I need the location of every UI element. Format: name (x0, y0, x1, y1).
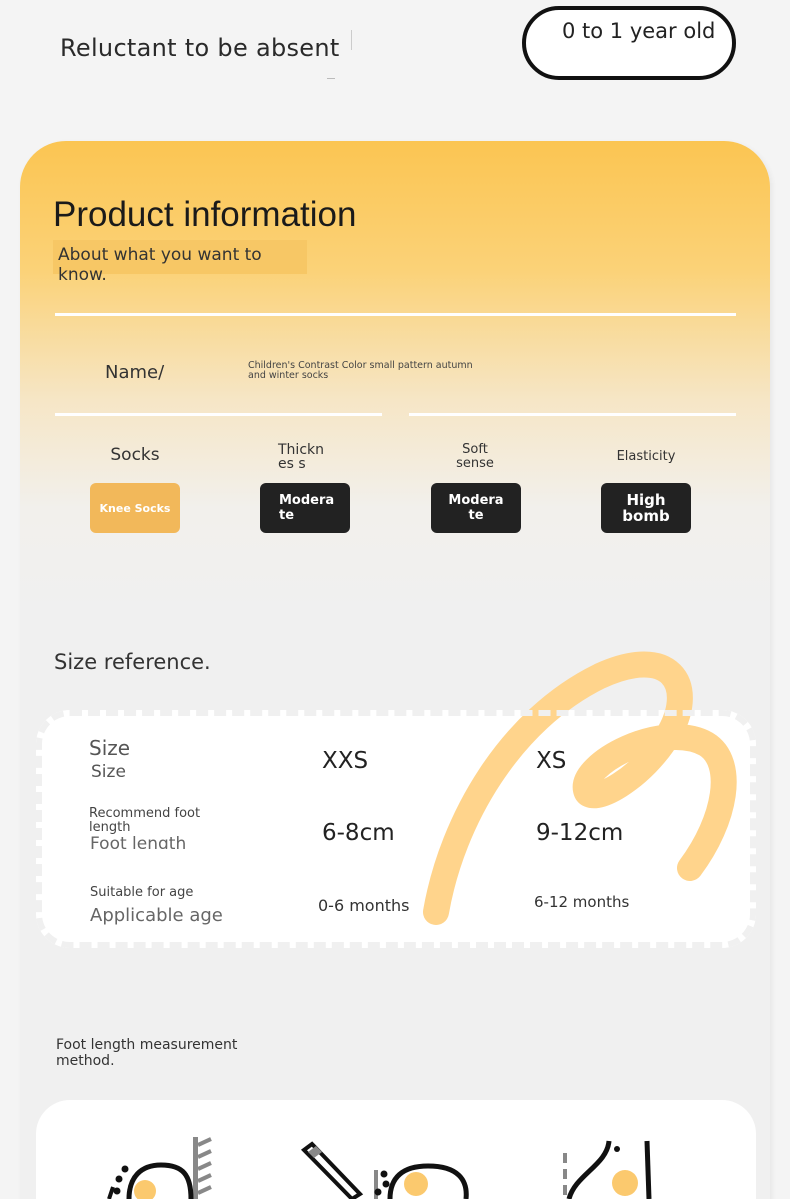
size-xxs-value: XXS (322, 748, 369, 774)
size-xs-value: XS (536, 748, 567, 774)
product-info-title: Product information (53, 195, 357, 234)
attribute-label-thickness: Thicknes s (278, 442, 324, 472)
header-title-cropped (55, 0, 355, 10)
age-xs-value: 6-12 months (534, 893, 630, 911)
attribute-label-socks: Socks (110, 445, 160, 465)
size-reference-title: Size reference. (54, 650, 211, 674)
attribute-value-thickness: Modera te (260, 483, 350, 533)
age-xxs-value: 0-6 months (318, 896, 410, 915)
attribute-value-socks: Knee Socks (90, 483, 180, 533)
measurement-title: Foot length measurement method. (56, 1037, 238, 1069)
product-info-subtitle: About what you want to know. (53, 240, 307, 285)
decorative-divider (351, 30, 352, 50)
header-tagline: Reluctant to be absent (60, 34, 340, 62)
size-row-sublabel: Size (91, 762, 126, 782)
attribute-label-elasticity: Elasticity (616, 449, 676, 464)
age-sublabel: Applicable age (90, 905, 223, 926)
size-row-label: Size (89, 736, 131, 760)
foot-length-label: Recommend foot length (89, 806, 201, 835)
decorative-divider (327, 78, 335, 79)
attribute-value-soft-sense: Modera te (431, 483, 521, 533)
section-divider (55, 413, 382, 416)
foot-length-sublabel: Foot length (90, 835, 187, 849)
age-label: Suitable for age (90, 885, 194, 900)
foot-against-wall-icon (107, 1137, 212, 1199)
foot-length-xxs-value: 6-8cm (322, 820, 395, 846)
section-divider (409, 413, 736, 416)
foot-length-xs-value: 9-12cm (536, 820, 624, 846)
section-divider (55, 313, 736, 316)
name-label: Name/ (105, 362, 165, 383)
attribute-label-soft-sense: Soft sense (456, 442, 494, 471)
age-badge: 0 to 1 year old (522, 6, 736, 80)
pencil-marking-icon (300, 1141, 469, 1199)
foot-outline-icon (563, 1140, 652, 1199)
name-value: Children's Contrast Color small pattern … (248, 360, 473, 381)
attribute-value-elasticity: High bomb (601, 483, 691, 533)
